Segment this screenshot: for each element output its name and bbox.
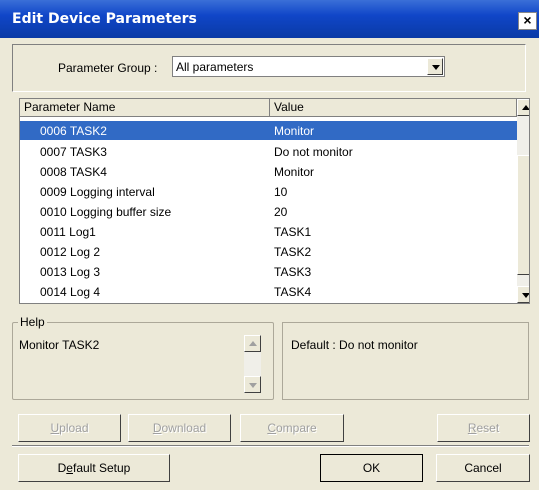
dropdown-arrow-icon[interactable] [427, 58, 443, 75]
table-row[interactable]: 0010 Logging buffer size 20 [20, 202, 517, 221]
row-name: 0006 TASK2 [40, 124, 107, 138]
table-row[interactable]: 0013 Log 3 TASK3 [20, 262, 517, 281]
row-value: TASK1 [274, 225, 312, 239]
parameter-group-label: Parameter Group : [58, 61, 158, 75]
row-name: 0014 Log 4 [40, 285, 101, 299]
row-name: 0008 TASK4 [40, 165, 107, 179]
scroll-down-arrow-icon[interactable] [517, 286, 529, 303]
row-name: 0012 Log 2 [40, 245, 101, 259]
help-label: Help [18, 315, 47, 329]
table-row[interactable]: 0009 Logging interval 10 [20, 182, 517, 201]
parameter-group-select[interactable]: All parameters [172, 56, 445, 77]
download-button[interactable]: Download [128, 414, 231, 442]
row-value: Monitor [274, 124, 315, 138]
compare-button[interactable]: Compare [240, 414, 344, 442]
row-name: 0009 Logging interval [40, 185, 155, 199]
table-row[interactable]: 0008 TASK4 Monitor [20, 162, 517, 181]
scroll-up-arrow-icon[interactable] [517, 99, 529, 116]
upload-button[interactable]: Upload [18, 414, 121, 442]
window-title: Edit Device Parameters [12, 11, 197, 27]
parameter-group-value: All parameters [176, 60, 254, 74]
help-scrollbar[interactable] [244, 335, 261, 393]
row-value: TASK4 [274, 285, 312, 299]
reset-button[interactable]: Reset [437, 414, 530, 442]
row-value: TASK2 [274, 245, 312, 259]
row-name: 0007 TASK3 [40, 145, 107, 159]
title-bar[interactable]: Edit Device Parameters × [0, 0, 539, 38]
row-name: 0011 Log1 [40, 225, 96, 239]
scroll-down-arrow-icon[interactable] [244, 376, 261, 393]
cancel-button[interactable]: Cancel [436, 454, 530, 482]
row-value: 10 [274, 185, 288, 199]
column-header-parameter-name[interactable]: Parameter Name [20, 99, 270, 117]
scrollbar-thumb[interactable] [517, 155, 529, 275]
table-row[interactable]: 0014 Log 4 TASK4 [20, 282, 517, 301]
row-value: Do not monitor [274, 145, 353, 159]
edit-device-parameters-dialog: Edit Device Parameters × Parameter Group… [0, 0, 539, 490]
ok-button[interactable]: OK [320, 454, 423, 482]
list-scrollbar[interactable] [517, 99, 529, 303]
default-value-panel [282, 322, 529, 400]
row-value: TASK3 [274, 265, 312, 279]
column-header-value[interactable]: Value [270, 99, 517, 117]
default-value-text: Default : Do not monitor [291, 338, 418, 352]
scroll-up-arrow-icon[interactable] [244, 335, 261, 352]
row-name: 0010 Logging buffer size [40, 205, 172, 219]
close-icon[interactable]: × [518, 12, 537, 30]
table-row[interactable]: 0012 Log 2 TASK2 [20, 242, 517, 261]
table-row[interactable]: 0006 TASK2 Monitor [20, 121, 517, 140]
default-setup-button[interactable]: Default Setup [18, 454, 170, 482]
row-value: 20 [274, 205, 288, 219]
table-row[interactable]: 0007 TASK3 Do not monitor [20, 142, 517, 161]
row-name: 0013 Log 3 [40, 265, 101, 279]
table-row[interactable]: 0011 Log1 TASK1 [20, 222, 517, 241]
parameter-list[interactable]: Parameter Name Value 0006 TASK2 Monitor … [19, 98, 530, 304]
help-groupbox [12, 322, 274, 400]
separator [12, 445, 529, 447]
help-text: Monitor TASK2 [19, 338, 100, 352]
row-value: Monitor [274, 165, 315, 179]
